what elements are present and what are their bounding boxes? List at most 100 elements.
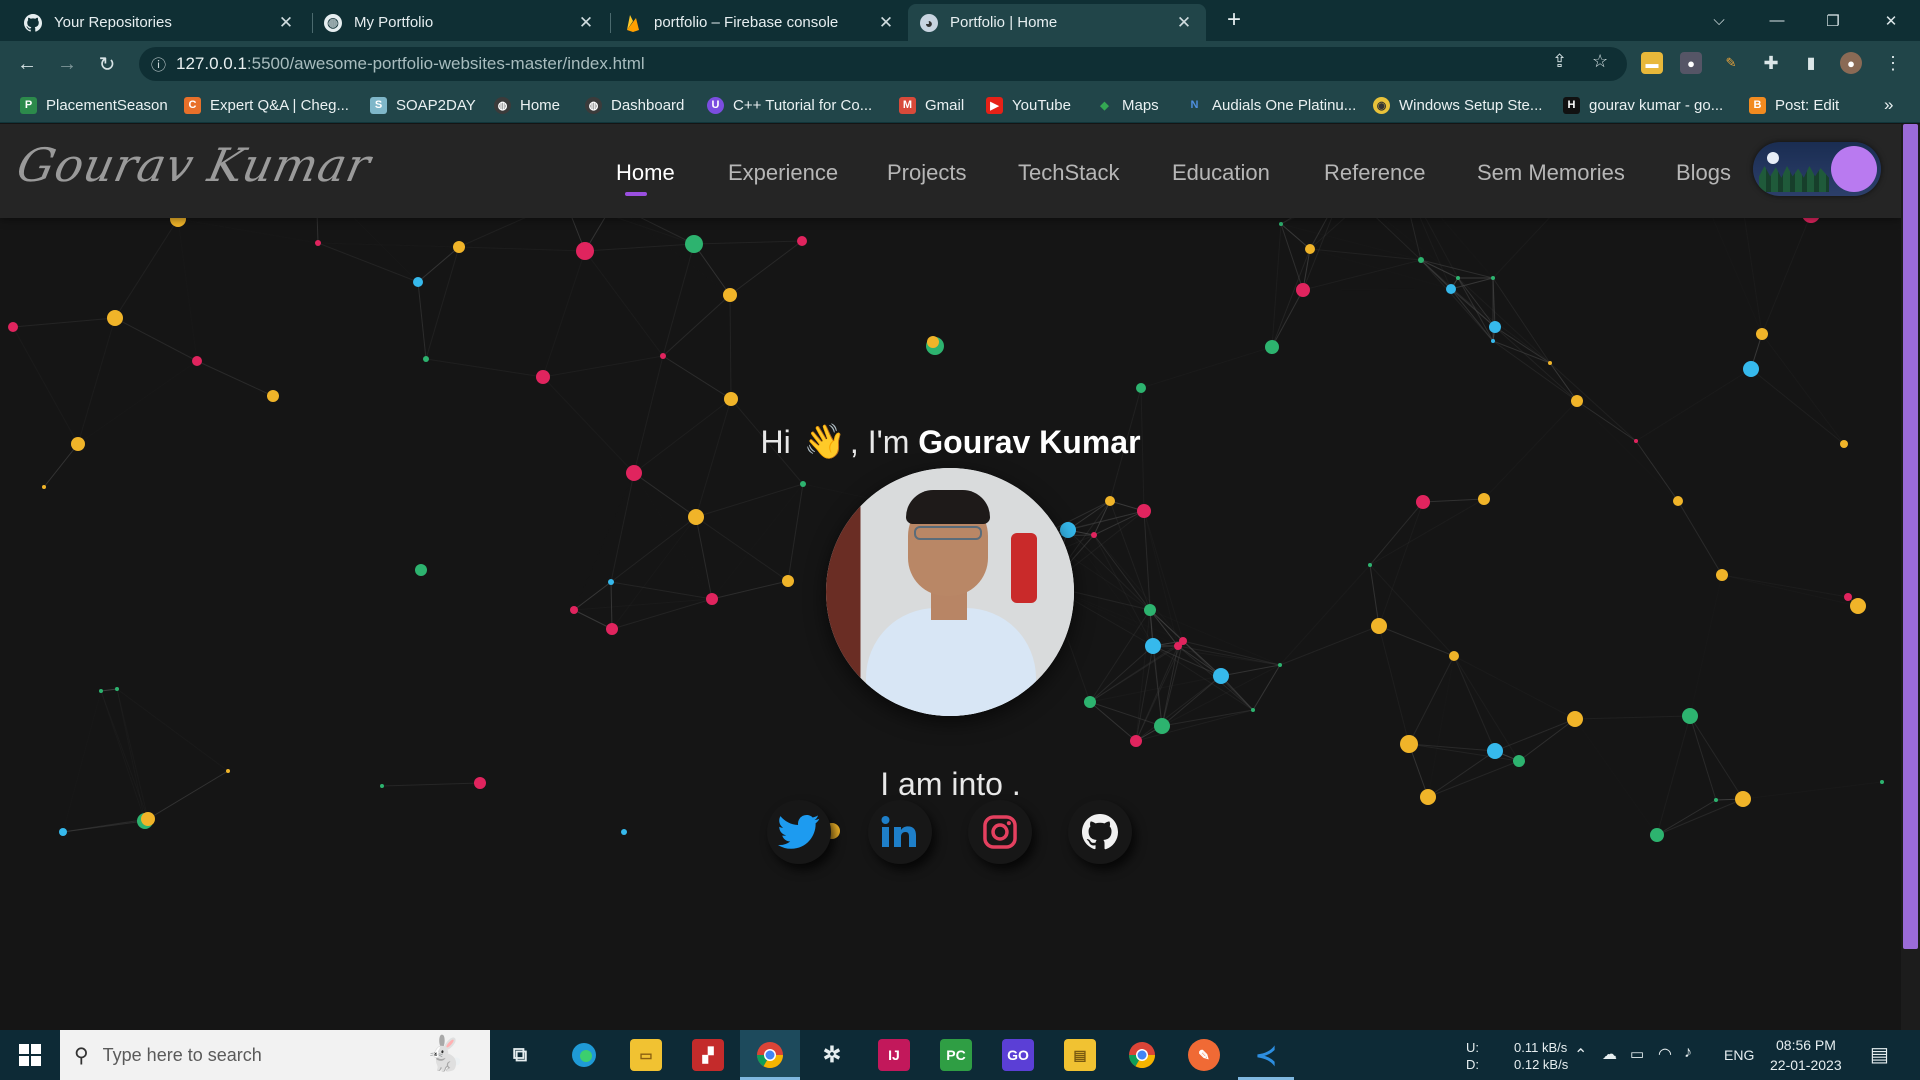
- bookmark-star-icon[interactable]: ☆: [1592, 51, 1608, 72]
- side-panel-icon[interactable]: ▮: [1800, 52, 1822, 74]
- portfolio-favicon: ◕: [920, 13, 938, 32]
- scrollbar-thumb[interactable]: [1903, 124, 1918, 949]
- chrome-icon[interactable]: [754, 1039, 786, 1071]
- minimize-button[interactable]: —: [1754, 0, 1800, 41]
- nav-home[interactable]: Home: [616, 160, 675, 186]
- bookmark-gmail[interactable]: M Gmail: [899, 95, 964, 115]
- nav-education[interactable]: Education: [1172, 160, 1270, 186]
- page-scrollbar[interactable]: [1901, 124, 1920, 1030]
- bookmark-soap2day[interactable]: S SOAP2DAY: [370, 95, 476, 115]
- windows-start-icon[interactable]: [14, 1039, 46, 1071]
- battery-icon[interactable]: ▭: [1630, 1045, 1644, 1063]
- github-icon: [24, 13, 42, 32]
- theme-toggle[interactable]: [1753, 142, 1881, 196]
- taskbar-search-box[interactable]: ⚲ Type here to search 🐇: [60, 1030, 490, 1080]
- chrome-profile-icon[interactable]: [1126, 1039, 1158, 1071]
- extensions-puzzle-icon[interactable]: ✚: [1760, 52, 1782, 74]
- bookmark-home[interactable]: ◍ Home: [494, 95, 560, 115]
- extension-ghost-icon[interactable]: ●: [1680, 52, 1702, 74]
- share-icon[interactable]: ⇪: [1552, 51, 1567, 72]
- edge-icon[interactable]: [568, 1039, 600, 1071]
- goland-icon[interactable]: GO: [1002, 1039, 1034, 1071]
- network-particle: [660, 353, 666, 359]
- bookmark-audials[interactable]: N Audials One Platinu...: [1186, 95, 1357, 115]
- profile-avatar-icon[interactable]: ●: [1840, 52, 1862, 74]
- bookmark-cpp-tutorial[interactable]: U C++ Tutorial for Co...: [707, 95, 872, 115]
- network-link: [693, 243, 731, 296]
- onedrive-icon[interactable]: ☁: [1602, 1045, 1617, 1063]
- tab-firebase-console[interactable]: portfolio – Firebase console ✕: [612, 4, 908, 41]
- network-particle: [1105, 496, 1115, 506]
- network-particle: [1305, 244, 1315, 254]
- wifi-icon[interactable]: ◠: [1658, 1044, 1672, 1064]
- tab-your-repositories[interactable]: Your Repositories ✕: [12, 4, 308, 41]
- clock-date[interactable]: 22-01-2023: [1770, 1057, 1842, 1073]
- notes-icon[interactable]: ▤: [1064, 1039, 1096, 1071]
- bookmark-youtube[interactable]: ▶ YouTube: [986, 95, 1071, 115]
- github-link[interactable]: [1068, 800, 1132, 864]
- tab-portfolio-home[interactable]: ◕ Portfolio | Home ✕: [908, 4, 1206, 41]
- bookmark-placementseason[interactable]: P PlacementSeason: [20, 95, 168, 115]
- chrome-menu-icon[interactable]: ⋮: [1882, 52, 1904, 74]
- reload-button[interactable]: ↻: [92, 49, 122, 79]
- tab-close-icon[interactable]: ✕: [276, 13, 296, 33]
- volume-icon[interactable]: ♪: [1684, 1044, 1692, 1062]
- audials-icon: N: [1190, 99, 1199, 111]
- site-info-icon[interactable]: ⓘ: [151, 54, 166, 75]
- network-particle: [1548, 361, 1552, 365]
- close-window-button[interactable]: ✕: [1868, 0, 1914, 41]
- linkedin-icon: [881, 816, 916, 847]
- restore-button[interactable]: ❐: [1810, 0, 1856, 41]
- vscode-icon[interactable]: ≺: [1250, 1039, 1282, 1071]
- clock-time[interactable]: 08:56 PM: [1776, 1037, 1836, 1053]
- network-link: [610, 516, 697, 583]
- task-view-icon[interactable]: ⧉: [504, 1039, 536, 1071]
- new-tab-button[interactable]: +: [1220, 6, 1248, 34]
- bookmark-dashboard[interactable]: ◍ Dashboard: [585, 95, 684, 115]
- intellij-icon[interactable]: IJ: [878, 1039, 910, 1071]
- postman-icon[interactable]: ✎: [1188, 1039, 1220, 1071]
- network-link: [177, 218, 198, 362]
- more-bookmarks-icon[interactable]: »: [1884, 95, 1893, 115]
- network-link: [62, 818, 149, 833]
- tab-my-portfolio[interactable]: ◍ My Portfolio ✕: [312, 4, 608, 41]
- network-particle: [1145, 638, 1161, 654]
- bookmark-chegg[interactable]: C Expert Q&A | Cheg...: [184, 95, 349, 115]
- nav-reference[interactable]: Reference: [1324, 160, 1426, 186]
- tab-close-icon[interactable]: ✕: [1174, 13, 1194, 33]
- tab-search-icon[interactable]: ⌵: [1696, 0, 1742, 41]
- nav-projects[interactable]: Projects: [887, 160, 966, 186]
- forward-button[interactable]: →: [52, 49, 82, 79]
- tray-overflow-icon[interactable]: ⌃: [1574, 1045, 1587, 1065]
- extension-pen-icon[interactable]: ✎: [1720, 52, 1742, 74]
- instagram-link[interactable]: [968, 800, 1032, 864]
- file-explorer-icon[interactable]: ▭: [630, 1039, 662, 1071]
- nav-sem-memories[interactable]: Sem Memories: [1477, 160, 1625, 186]
- site-logo[interactable]: Gourav Kumar: [12, 138, 376, 192]
- pycharm-icon[interactable]: PC: [940, 1039, 972, 1071]
- network-link: [417, 281, 427, 360]
- nav-experience[interactable]: Experience: [728, 160, 838, 186]
- network-particle: [1850, 598, 1866, 614]
- app-red-icon[interactable]: ▞: [692, 1039, 724, 1071]
- network-link: [542, 355, 664, 378]
- nav-techstack[interactable]: TechStack: [1018, 160, 1120, 186]
- linkedin-link[interactable]: [868, 800, 932, 864]
- language-indicator[interactable]: ENG: [1724, 1047, 1754, 1063]
- network-particle: [1844, 593, 1852, 601]
- tab-close-icon[interactable]: ✕: [876, 13, 896, 33]
- bookmark-gourav-kumar[interactable]: Hgourav kumar - go...: [1563, 95, 1723, 115]
- bookmark-post-edit[interactable]: B Post: Edit: [1749, 95, 1839, 115]
- tab-close-icon[interactable]: ✕: [576, 13, 596, 33]
- network-link: [425, 246, 460, 360]
- extension-notes-icon[interactable]: ▬: [1641, 52, 1663, 74]
- address-bar[interactable]: ⓘ 127.0.0.1:5500/awesome-portfolio-websi…: [139, 47, 1627, 81]
- nav-blogs[interactable]: Blogs: [1676, 160, 1731, 186]
- bookmark-windows-setup[interactable]: ◉ Windows Setup Ste...: [1373, 95, 1542, 115]
- bookmark-maps[interactable]: ◆ Maps: [1096, 95, 1158, 115]
- twitter-link[interactable]: [767, 800, 831, 864]
- back-button[interactable]: ←: [12, 49, 42, 79]
- notifications-icon[interactable]: ▤: [1870, 1042, 1889, 1067]
- network-particle: [1265, 340, 1279, 354]
- slack-icon[interactable]: ✲: [816, 1039, 848, 1071]
